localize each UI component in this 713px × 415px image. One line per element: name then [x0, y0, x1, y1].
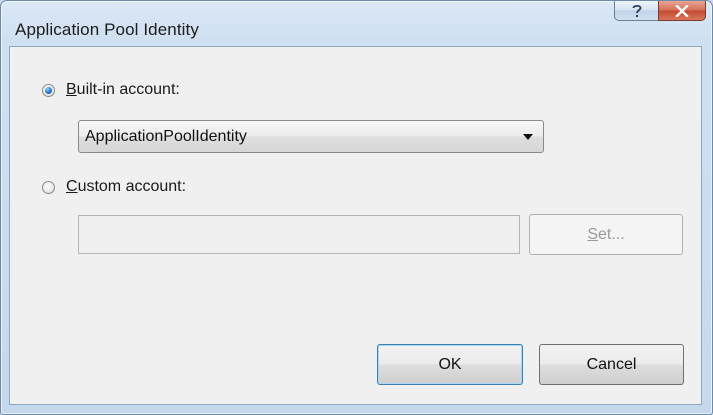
close-button[interactable] [658, 1, 706, 21]
custom-account-radio[interactable] [42, 180, 55, 194]
help-icon [632, 4, 641, 17]
builtin-account-option[interactable]: Built-in account: [42, 81, 180, 99]
cancel-button-label: Cancel [586, 355, 637, 373]
caption-buttons [614, 1, 706, 21]
set-label-text: et... [597, 225, 625, 243]
custom-account-option[interactable]: Custom account: [42, 178, 186, 196]
dropdown-arrow-icon[interactable] [523, 134, 533, 140]
identity-dropdown[interactable]: ApplicationPoolIdentity [78, 120, 544, 153]
dialog-body: Built-in account: ApplicationPoolIdentit… [9, 46, 702, 405]
ok-button-label: OK [438, 355, 462, 373]
custom-account-label: Custom account: [66, 178, 186, 196]
builtin-account-label: Built-in account: [66, 81, 180, 99]
custom-account-field[interactable] [78, 215, 520, 254]
custom-mnemonic: C [66, 178, 78, 195]
builtin-account-radio[interactable] [42, 83, 55, 97]
dialog-window: Application Pool Identity Built-in accou… [0, 0, 713, 415]
builtin-label-text: uilt-in account: [76, 81, 180, 98]
cancel-button[interactable]: Cancel [539, 344, 684, 385]
window-title: Application Pool Identity [15, 20, 199, 39]
help-button[interactable] [614, 1, 658, 21]
close-icon [675, 4, 689, 17]
identity-dropdown-value: ApplicationPoolIdentity [85, 127, 247, 145]
ok-button[interactable]: OK [377, 344, 523, 385]
builtin-mnemonic: B [66, 81, 77, 98]
set-mnemonic: S [587, 225, 598, 243]
custom-label-text: ustom account: [77, 178, 187, 195]
set-button[interactable]: Set... [529, 214, 683, 255]
set-button-label: Set... [587, 226, 624, 244]
